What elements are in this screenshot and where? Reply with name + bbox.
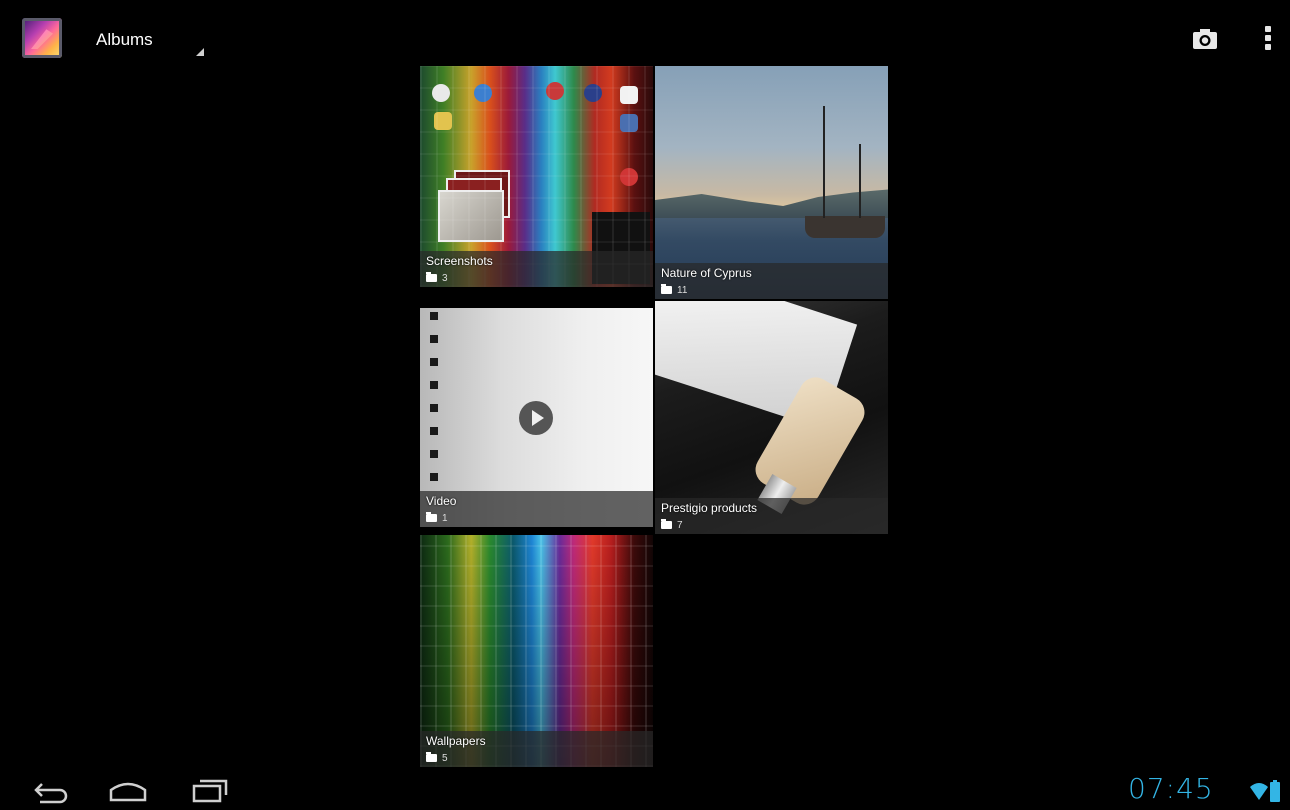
back-icon [34,783,68,804]
album-name: Video [426,494,457,508]
folder-icon [426,512,437,522]
app-icon [546,82,564,100]
album-tile-wallpapers[interactable]: Wallpapers 5 [420,535,653,767]
system-bar: 07:45 [0,770,1290,810]
album-tile-video[interactable]: Video 1 [420,308,653,527]
album-count-row: 11 [661,284,687,296]
ship-mast [859,144,861,218]
album-count: 7 [677,519,683,531]
ship-hull [805,216,885,238]
app-icon [434,112,452,130]
overflow-menu-button[interactable] [1258,22,1278,54]
album-name: Nature of Cyprus [661,266,752,280]
album-count: 5 [442,752,448,764]
app-icon [474,84,492,102]
film-strip [430,312,438,492]
albums-view-selector[interactable]: Albums [96,22,208,58]
overflow-menu-icon [1265,26,1271,32]
album-count-row: 5 [426,752,448,764]
album-tile-prestigio-products[interactable]: Prestigio products 7 [655,301,888,534]
action-bar: Albums [0,0,1290,66]
photo-stack [446,178,502,226]
album-count-row: 1 [426,512,448,524]
app-icon [620,168,638,186]
overflow-dot [1265,44,1271,50]
app-icon [432,84,450,102]
app-icon [620,114,638,132]
app-icon [620,86,638,104]
album-name: Prestigio products [661,501,758,515]
recent-apps-button[interactable] [188,776,232,804]
camera-button[interactable] [1188,24,1222,54]
dropdown-corner-icon [196,48,204,56]
app-icon [584,84,602,102]
play-icon [519,401,553,435]
album-caption: Wallpapers 5 [420,731,653,767]
album-name: Wallpapers [426,734,486,748]
album-count-row: 7 [661,519,683,531]
folder-icon [661,284,672,294]
album-tile-nature-of-cyprus[interactable]: Nature of Cyprus 11 [655,66,888,299]
gallery-app-icon[interactable] [22,18,62,58]
back-button[interactable] [28,776,72,804]
battery-icon [1270,780,1280,802]
album-count: 1 [442,512,448,524]
album-caption: Screenshots 3 [420,251,653,287]
view-selector-label: Albums [96,30,153,49]
album-caption: Prestigio products 7 [655,498,888,534]
ship-mast [823,106,825,218]
camera-icon [1193,29,1217,49]
album-count-row: 3 [426,272,448,284]
photo-stack [454,170,510,218]
album-caption: Nature of Cyprus 11 [655,263,888,299]
folder-icon [661,519,672,529]
album-tile-screenshots[interactable]: Screenshots 3 [420,66,653,287]
hillside [655,189,888,218]
home-icon [109,782,147,802]
overflow-dot [1265,35,1271,41]
recent-apps-icon [192,779,228,803]
album-count: 3 [442,272,448,284]
album-caption: Video 1 [420,491,653,527]
wifi-icon [1250,783,1268,800]
album-name: Screenshots [426,254,493,268]
home-button[interactable] [106,776,150,804]
photo-stack [438,190,504,242]
album-count: 11 [677,284,688,296]
folder-icon [426,272,437,282]
status-clock[interactable]: 07:45 [1128,772,1214,805]
folder-icon [426,752,437,762]
